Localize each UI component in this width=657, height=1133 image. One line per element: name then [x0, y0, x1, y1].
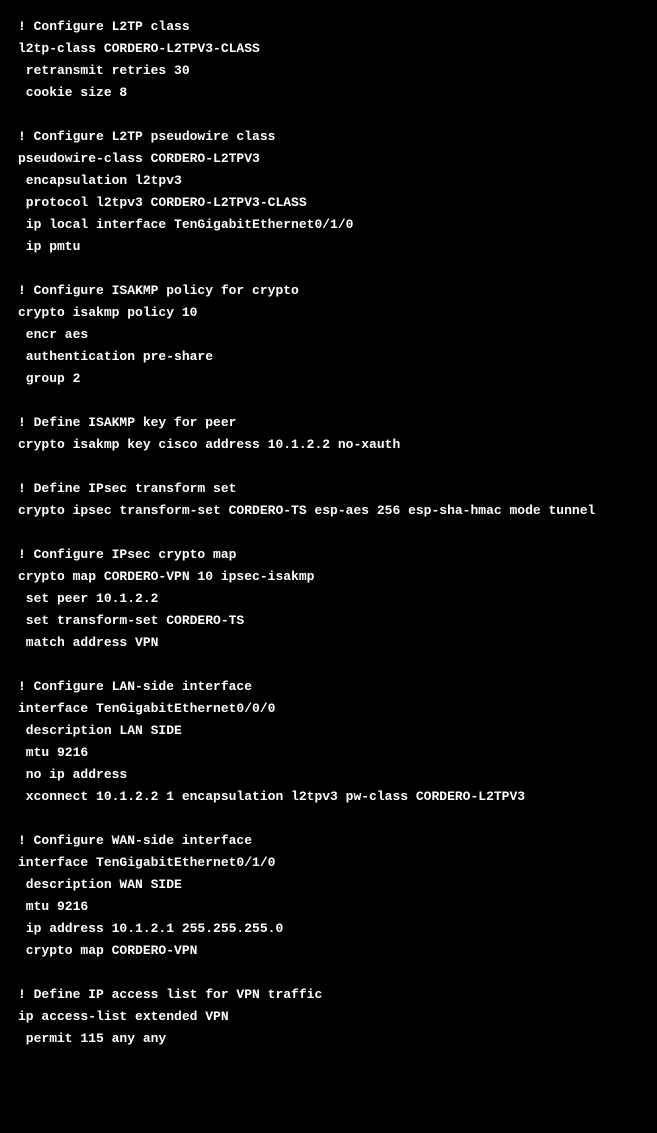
config-code-block: ! Configure L2TP class l2tp-class CORDER…	[0, 0, 657, 1066]
